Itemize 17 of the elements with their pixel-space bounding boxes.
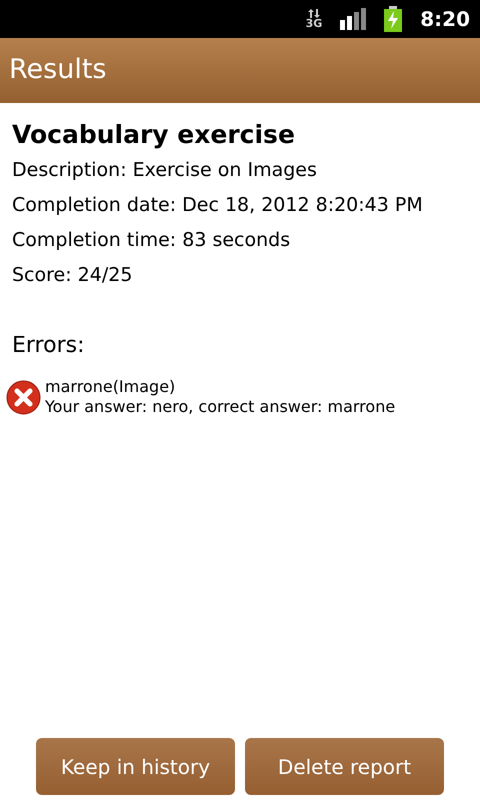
- clock: 8:20: [420, 6, 470, 33]
- errors-heading: Errors:: [12, 332, 86, 360]
- error-icon: [6, 380, 41, 414]
- detail-text: Completion date: Dec 18, 2012 8:20:43 PM: [12, 193, 424, 218]
- error-answer: Your answer: nero, correct answer: marrone: [45, 397, 396, 417]
- detail-text: Score: 24/25: [12, 263, 134, 288]
- exercise-title: Vocabulary exercise: [12, 119, 296, 151]
- action-button[interactable]: Keep in history: [36, 738, 235, 795]
- error-word: marrone(Image): [45, 377, 176, 397]
- data-arrows-icon: [308, 9, 320, 18]
- signal-icon: [340, 8, 366, 30]
- detail-text: Description: Exercise on Images: [12, 158, 318, 183]
- app-title: Results: [9, 53, 106, 88]
- network-label: 3G: [306, 18, 322, 29]
- battery-charging-icon: [384, 6, 402, 32]
- detail-text: Completion time: 83 seconds: [12, 228, 292, 253]
- action-button[interactable]: Delete report: [245, 738, 444, 795]
